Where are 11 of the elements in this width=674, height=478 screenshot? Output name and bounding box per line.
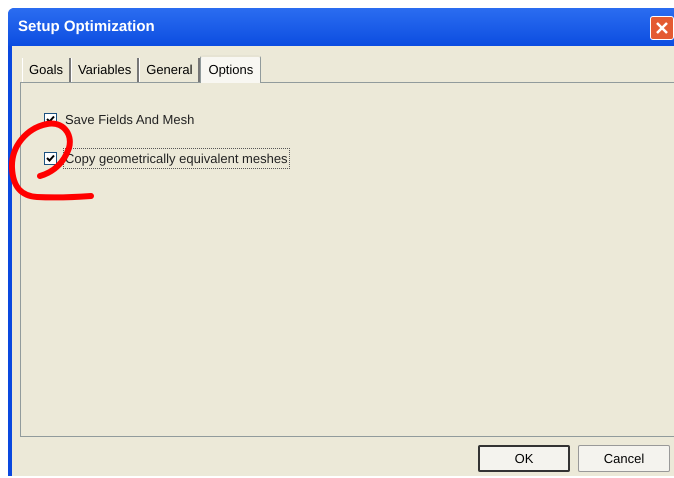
tab[interactable]: General (139, 58, 200, 82)
dialog-button[interactable]: OK (478, 445, 570, 472)
window-title: Setup Optimization (18, 16, 155, 37)
checkbox-label: Save Fields And Mesh (64, 111, 196, 129)
dialog-button[interactable]: Cancel (578, 445, 670, 472)
tab[interactable]: Variables (70, 58, 140, 82)
checkbox[interactable] (44, 152, 57, 165)
tab[interactable]: Options (200, 55, 262, 83)
close-icon (656, 22, 668, 34)
close-button[interactable] (650, 16, 674, 40)
tab[interactable]: Goals (22, 58, 71, 82)
